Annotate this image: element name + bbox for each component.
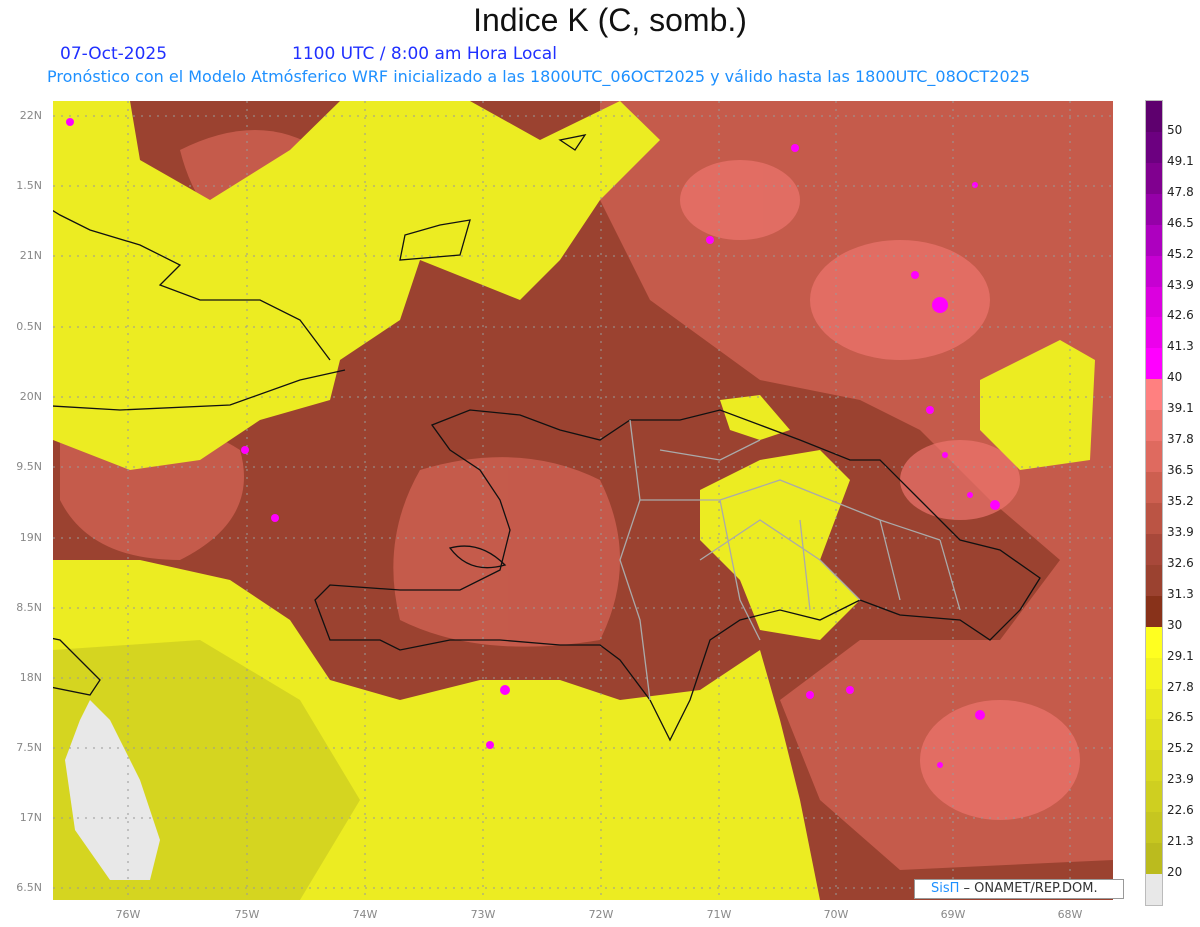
map-title: Indice K (C, somb.) <box>473 2 747 38</box>
colorbar-segment <box>1146 379 1162 411</box>
colorbar-label: 36.5 <box>1167 463 1194 478</box>
colorbar-segment <box>1146 410 1162 442</box>
colorbar-label: 35.2 <box>1167 494 1194 508</box>
colorbar-segment <box>1146 564 1162 596</box>
lon-label: 69W <box>940 908 966 921</box>
colorbar-label: 43.9 <box>1167 277 1194 292</box>
colorbar-label: 20 <box>1167 865 1183 880</box>
colorbar-label: 41.3 <box>1167 339 1194 354</box>
colorbar-segment <box>1146 101 1162 132</box>
colorbar-segment <box>1146 441 1162 473</box>
colorbar-segment <box>1146 317 1162 349</box>
lat-label: 19N <box>19 531 42 544</box>
colorbar-segment <box>1146 193 1162 225</box>
colorbar <box>1145 100 1163 906</box>
lon-label: 75W <box>234 908 260 921</box>
lat-label: 17N <box>19 811 42 824</box>
credit-text: – ONAMET/REP.DOM. <box>959 881 1098 896</box>
colorbar-label: 32.6 <box>1167 555 1194 570</box>
colorbar-segment <box>1146 750 1162 782</box>
colorbar-label: 33.9 <box>1167 524 1194 539</box>
lon-label: 71W <box>706 908 732 921</box>
colorbar-segment <box>1146 781 1162 813</box>
lat-label: 20N <box>19 390 42 403</box>
colorbar-label: 49.1 <box>1167 153 1194 168</box>
lat-label: 8.5N <box>16 601 42 614</box>
colorbar-segment <box>1146 688 1162 720</box>
colorbar-segment <box>1146 162 1162 194</box>
colorbar-segment <box>1146 595 1162 627</box>
credit-box: SisΠ – ONAMET/REP.DOM. <box>914 879 1124 899</box>
colorbar-label: 47.8 <box>1167 184 1194 199</box>
lat-label: 7.5N <box>16 741 42 754</box>
lat-label: 1.5N <box>16 179 42 192</box>
colorbar-segment <box>1146 348 1162 380</box>
colorbar-label: 37.8 <box>1167 432 1194 447</box>
forecast-date: 07-Oct-2025 <box>60 44 168 64</box>
colorbar-segment <box>1146 533 1162 565</box>
colorbar-label: 26.5 <box>1167 710 1194 725</box>
colorbar-label: 27.8 <box>1167 679 1194 694</box>
lon-label: 70W <box>823 908 849 921</box>
colorbar-label: 23.9 <box>1167 772 1194 787</box>
colorbar-segment <box>1146 843 1162 875</box>
colorbar-label: 22.6 <box>1167 803 1194 818</box>
lat-label: 6.5N <box>16 881 42 894</box>
lon-label: 68W <box>1057 908 1083 921</box>
sispi-logo: SisΠ <box>931 881 960 896</box>
lat-label: 21N <box>19 249 42 262</box>
colorbar-label: 21.3 <box>1167 834 1194 849</box>
colorbar-label: 46.5 <box>1167 215 1194 230</box>
colorbar-label: 42.6 <box>1167 308 1194 323</box>
colorbar-segment <box>1146 255 1162 287</box>
lon-label: 74W <box>352 908 378 921</box>
lon-label: 73W <box>470 908 496 921</box>
colorbar-label: 40 <box>1167 370 1183 385</box>
colorbar-label: 25.2 <box>1167 741 1194 756</box>
colorbar-segment <box>1146 224 1162 256</box>
lon-label: 76W <box>115 908 141 921</box>
colorbar-segment <box>1146 131 1162 163</box>
colorbar-label: 39.1 <box>1167 401 1194 416</box>
lon-label: 72W <box>588 908 614 921</box>
colorbar-label: 50 <box>1167 122 1183 137</box>
colorbar-label: 45.2 <box>1167 246 1194 261</box>
colorbar-label: 29.1 <box>1167 648 1194 663</box>
colorbar-segment <box>1146 626 1162 658</box>
colorbar-segment <box>1146 286 1162 318</box>
colorbar-segment <box>1146 874 1162 905</box>
forecast-time: 1100 UTC / 8:00 am Hora Local <box>292 44 557 64</box>
lat-label: 18N <box>19 671 42 684</box>
k-index-map <box>34 101 1113 900</box>
colorbar-segment <box>1146 812 1162 844</box>
colorbar-segment <box>1146 502 1162 534</box>
lat-label: 22N <box>19 109 42 122</box>
map-svg <box>34 101 1113 900</box>
lat-label: 0.5N <box>16 320 42 333</box>
colorbar-label: 31.3 <box>1167 586 1194 601</box>
colorbar-segment <box>1146 657 1162 689</box>
colorbar-label: 30 <box>1167 617 1183 632</box>
colorbar-segment <box>1146 472 1162 503</box>
model-subtitle: Pronóstico con el Modelo Atmósferico WRF… <box>47 67 1031 86</box>
colorbar-segment <box>1146 719 1162 751</box>
lat-label: 9.5N <box>16 460 42 473</box>
